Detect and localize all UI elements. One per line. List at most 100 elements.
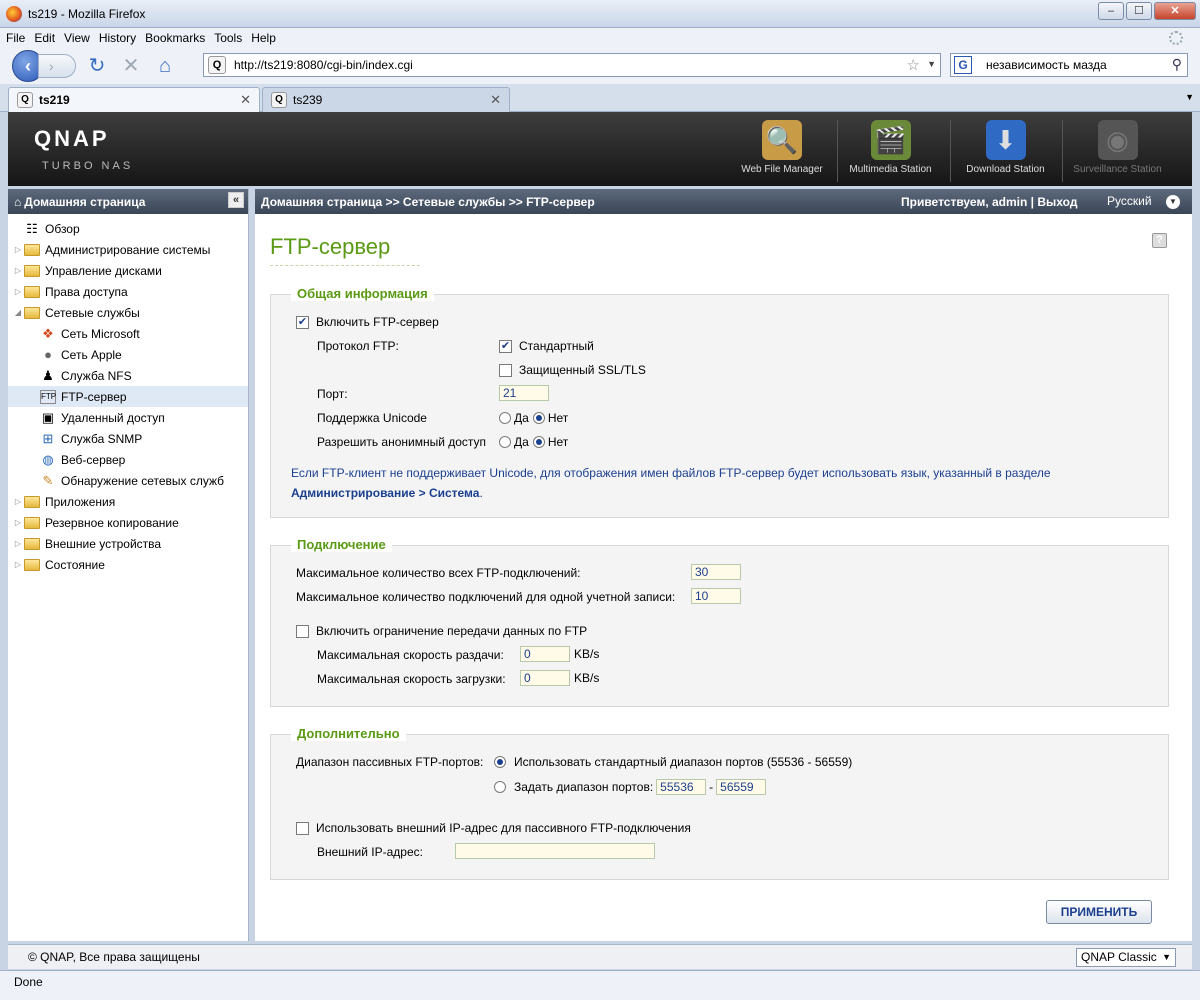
search-engine-icon[interactable]: G — [954, 56, 972, 74]
sidebar-item-service-discovery[interactable]: ✎ Обнаружение сетевых служб — [8, 470, 248, 491]
expand-arrow-icon[interactable]: ▷ — [12, 497, 24, 506]
reload-icon[interactable]: ↻ — [84, 53, 110, 79]
menu-bookmarks[interactable]: Bookmarks — [145, 31, 205, 45]
sidebar-title[interactable]: Домашняя страница — [24, 195, 145, 209]
menu-tools[interactable]: Tools — [214, 31, 242, 45]
maximize-button[interactable]: ☐ — [1126, 2, 1152, 20]
menu-view[interactable]: View — [64, 31, 90, 45]
tab-ts219[interactable]: Q ts219 ✕ — [8, 87, 260, 112]
sidebar-item-overview[interactable]: ☷ Обзор — [8, 218, 248, 239]
apply-button[interactable]: ПРИМЕНИТЬ — [1046, 900, 1152, 924]
logout-link[interactable]: Выход — [1037, 195, 1077, 209]
default-range-radio[interactable] — [494, 756, 506, 768]
expand-arrow-icon[interactable]: ▷ — [12, 560, 24, 569]
help-icon[interactable]: ? — [1152, 233, 1167, 248]
general-section: Общая информация ✔ Включить FTP-сервер П… — [270, 286, 1169, 518]
external-ip-checkbox[interactable] — [296, 821, 309, 835]
sidebar: ⌂ Домашняя страница « ☷ Обзор ▷ Админист… — [8, 189, 249, 941]
download-station-button[interactable]: ⬇ Download Station — [950, 120, 1060, 182]
sidebar-item-web-server[interactable]: ◍ Веб-сервер — [8, 449, 248, 470]
menu-file[interactable]: File — [6, 31, 25, 45]
max-all-input[interactable]: 30 — [691, 564, 741, 580]
search-bar[interactable]: G независимость мазда ⚲ — [950, 53, 1188, 77]
sidebar-item-network-services[interactable]: ◢ Сетевые службы — [8, 302, 248, 323]
bookmark-star-icon[interactable]: ☆ — [907, 56, 920, 74]
sidebar-item-disk-management[interactable]: ▷ Управление дисками — [8, 260, 248, 281]
sidebar-item-applications[interactable]: ▷ Приложения — [8, 491, 248, 512]
minimize-button[interactable]: – — [1098, 2, 1124, 20]
protocol-standard-checkbox[interactable]: ✔ — [499, 339, 512, 353]
language-dropdown-icon[interactable]: ▼ — [1166, 195, 1180, 209]
search-icon[interactable]: ⚲ — [1172, 56, 1182, 73]
collapse-sidebar-button[interactable]: « — [228, 192, 244, 208]
sidebar-item-ftp-server[interactable]: FTP FTP-сервер — [8, 386, 248, 407]
sidebar-item-access-rights[interactable]: ▷ Права доступа — [8, 281, 248, 302]
expand-arrow-icon[interactable]: ▷ — [12, 287, 24, 296]
sidebar-item-external-devices[interactable]: ▷ Внешние устройства — [8, 533, 248, 554]
close-tab-icon[interactable]: ✕ — [490, 92, 501, 108]
sidebar-item-status[interactable]: ▷ Состояние — [8, 554, 248, 575]
window-title: ts219 - Mozilla Firefox — [28, 6, 146, 21]
expand-arrow-icon[interactable]: ▷ — [12, 518, 24, 527]
sidebar-item-remote-access[interactable]: ▣ Удаленный доступ — [8, 407, 248, 428]
expand-arrow-icon[interactable]: ▷ — [12, 266, 24, 275]
url-dropdown-icon[interactable]: ▼ — [927, 59, 936, 69]
protocol-label: Протокол FTP: — [317, 339, 399, 353]
expand-arrow-icon[interactable]: ▷ — [12, 245, 24, 254]
max-account-input[interactable]: 10 — [691, 588, 741, 604]
limit-transfer-checkbox[interactable] — [296, 624, 309, 638]
upload-row: 0 KB/s — [520, 646, 599, 662]
tab-list-icon[interactable]: ▼ — [1185, 92, 1194, 102]
port-input[interactable]: 21 — [499, 385, 549, 401]
custom-range-radio[interactable] — [494, 781, 506, 793]
collapse-arrow-icon[interactable]: ◢ — [12, 308, 24, 317]
admin-system-link[interactable]: Администрирование > Система — [291, 486, 479, 500]
tab-ts239[interactable]: Q ts239 ✕ — [262, 87, 510, 112]
window-titlebar: ts219 - Mozilla Firefox – ☐ ✕ — [0, 0, 1200, 28]
breadcrumb[interactable]: Домашняя страница >> Сетевые службы >> F… — [261, 195, 595, 209]
snmp-network-icon: ⊞ — [42, 430, 54, 446]
protocol-ssl-checkbox[interactable] — [499, 363, 512, 377]
menu-help[interactable]: Help — [251, 31, 276, 45]
web-file-manager-button[interactable]: 🔍 Web File Manager — [734, 120, 830, 182]
enable-ftp-checkbox[interactable]: ✔ — [296, 315, 309, 329]
upload-speed-input[interactable]: 0 — [520, 646, 570, 662]
multimedia-station-button[interactable]: 🎬 Multimedia Station — [837, 120, 943, 182]
sidebar-item-backup[interactable]: ▷ Резервное копирование — [8, 512, 248, 533]
anon-yes-radio[interactable] — [499, 436, 511, 448]
protocol-standard-row: ✔ Стандартный — [499, 339, 594, 353]
range-to-input[interactable]: 56559 — [716, 779, 767, 795]
advanced-section: Дополнительно Диапазон пассивных FTP-пор… — [270, 726, 1169, 880]
sidebar-item-system-admin[interactable]: ▷ Администрирование системы — [8, 239, 248, 260]
close-window-button[interactable]: ✕ — [1154, 2, 1196, 20]
stop-icon[interactable]: ✕ — [118, 53, 144, 79]
download-speed-input[interactable]: 0 — [520, 670, 570, 686]
upload-unit: KB/s — [574, 647, 600, 661]
site-favicon-icon: Q — [208, 56, 226, 74]
search-input[interactable]: независимость мазда — [986, 58, 1107, 72]
anon-no-radio[interactable] — [532, 436, 545, 448]
external-ip-input[interactable] — [455, 843, 655, 859]
menu-history[interactable]: History — [99, 31, 136, 45]
sidebar-item-snmp-service[interactable]: ⊞ Служба SNMP — [8, 428, 248, 449]
url-bar[interactable]: Q http://ts219:8080/cgi-bin/index.cgi ☆ … — [203, 53, 941, 77]
forward-button[interactable]: › — [38, 54, 76, 78]
unicode-no-radio[interactable] — [532, 412, 545, 424]
range-from-input[interactable]: 55536 — [656, 779, 707, 795]
unicode-yes-radio[interactable] — [499, 412, 511, 424]
sidebar-item-nfs-service[interactable]: ♟ Служба NFS — [8, 365, 248, 386]
surveillance-station-button[interactable]: ◉ Surveillance Station — [1062, 120, 1172, 182]
sidebar-item-apple-network[interactable]: ● Сеть Apple — [8, 344, 248, 365]
sidebar-item-microsoft-network[interactable]: ❖ Сеть Microsoft — [8, 323, 248, 344]
close-tab-icon[interactable]: ✕ — [240, 92, 251, 108]
theme-select[interactable]: QNAP Classic ▼ — [1076, 948, 1176, 967]
home-icon[interactable]: ⌂ — [152, 53, 178, 79]
url-text[interactable]: http://ts219:8080/cgi-bin/index.cgi — [234, 58, 413, 72]
language-select[interactable]: Русский — [1107, 194, 1152, 208]
surveillance-camera-icon: ◉ — [1097, 120, 1138, 160]
menu-edit[interactable]: Edit — [34, 31, 55, 45]
expand-arrow-icon[interactable]: ▷ — [12, 539, 24, 548]
custom-range-row: Задать диапазон портов: 55536 - 56559 — [494, 779, 767, 795]
upload-label: Максимальная скорость раздачи: — [317, 648, 504, 662]
sidebar-header: ⌂ Домашняя страница « — [8, 189, 248, 214]
